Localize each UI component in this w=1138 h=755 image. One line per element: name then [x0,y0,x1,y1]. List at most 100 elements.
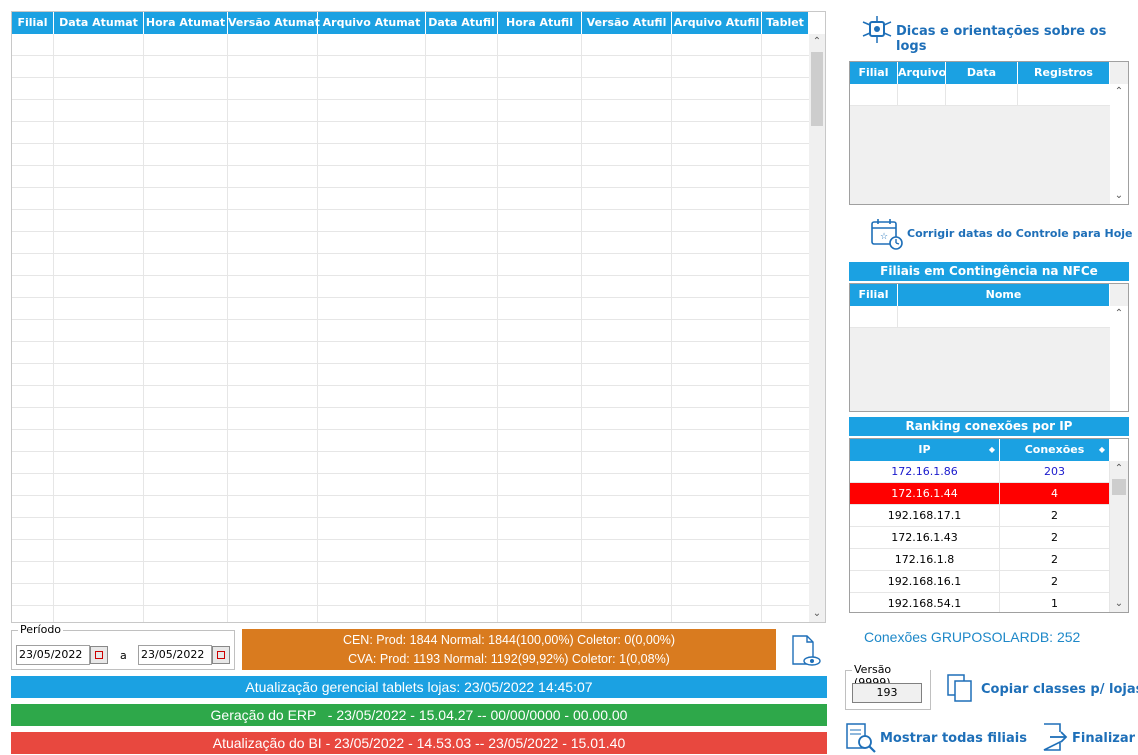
table-row[interactable] [12,452,809,474]
periodo-to-field[interactable]: 23/05/2022 [138,645,212,665]
column-header-filial[interactable]: Filial [850,284,898,306]
column-header-data-atumat[interactable]: Data Atumat [54,12,144,34]
column-header-arquivo[interactable]: Arquivo [898,62,946,84]
ranking-row[interactable]: 192.168.17.1 2 [850,505,1110,527]
table-row[interactable] [850,306,1110,328]
periodo-label: Período [18,623,64,636]
logs-grid[interactable]: Filial Arquivo Data Registros ⌃ ⌄ [849,61,1129,205]
table-row[interactable] [12,298,809,320]
ranking-row[interactable]: 172.16.1.86 203 [850,461,1110,483]
column-header-hora-atumat[interactable]: Hora Atumat [144,12,228,34]
table-row[interactable] [12,56,809,78]
conexoes-cell: 1 [1000,593,1110,612]
table-row[interactable] [12,166,809,188]
column-header-nome[interactable]: Nome [898,284,1110,306]
mostrar-todas-filiais-label[interactable]: Mostrar todas filiais [880,731,1027,746]
column-header-tablet[interactable]: Tablet [762,12,809,34]
scroll-up-arrow-icon[interactable]: ⌃ [1110,461,1128,477]
table-row[interactable] [12,496,809,518]
versao-field[interactable]: 193 [852,683,922,703]
table-row[interactable] [12,276,809,298]
table-row[interactable] [12,606,809,622]
table-row[interactable] [12,408,809,430]
ip-cell: 192.168.54.1 [850,593,1000,612]
column-header-filial[interactable]: Filial [12,12,54,34]
sort-icon: ◆ [1098,445,1105,454]
ranking-row[interactable]: 172.16.1.8 2 [850,549,1110,571]
corrigir-datas-label[interactable]: Corrigir datas do Controle para Hoje [907,227,1133,240]
column-header-data-atufil[interactable]: Data Atufil [426,12,498,34]
column-header-arquivo-atufil[interactable]: Arquivo Atufil [672,12,762,34]
table-row[interactable] [12,386,809,408]
column-header-versao-atufil[interactable]: Versão Atufil [582,12,672,34]
svg-text:☆: ☆ [880,232,888,242]
table-row[interactable] [12,232,809,254]
main-grid-scrollbar[interactable]: ⌃ ⌄ [809,34,825,622]
column-header-hora-atufil[interactable]: Hora Atufil [498,12,582,34]
corrigir-datas-link[interactable]: ☆ Corrigir datas do Controle para Hoje [870,217,1133,251]
scroll-thumb[interactable] [811,52,823,126]
calendar-clock-icon: ☆ [870,217,904,251]
contingencia-scrollbar[interactable]: ⌃ [1110,306,1128,411]
table-row[interactable] [12,342,809,364]
contingencia-title: Filiais em Contingência na NFCe [849,262,1129,281]
table-row[interactable] [12,320,809,342]
scroll-up-arrow-icon[interactable]: ⌃ [1110,84,1128,100]
table-row[interactable] [12,540,809,562]
calendar-icon[interactable] [212,646,230,664]
calendar-icon[interactable] [90,646,108,664]
table-row[interactable] [12,474,809,496]
periodo-from-field[interactable]: 23/05/2022 [16,645,90,665]
scroll-down-arrow-icon[interactable]: ⌄ [1110,188,1128,204]
contingencia-grid[interactable]: Filial Nome ⌃ [849,283,1129,412]
ranking-row[interactable]: 192.168.16.1 2 [850,571,1110,593]
scroll-down-arrow-icon[interactable]: ⌄ [809,606,825,622]
column-header-arquivo-atumat[interactable]: Arquivo Atumat [318,12,426,34]
ranking-grid[interactable]: IP ◆ Conexões ◆ 172.16.1.86 203 172.16.1.44 4… [849,438,1129,613]
finalizar-label[interactable]: Finalizar [1072,731,1135,746]
column-header-data[interactable]: Data [946,62,1018,84]
ranking-row[interactable]: 172.16.1.44 4 [850,483,1110,505]
column-header-conexoes[interactable]: Conexões ◆ [1000,439,1110,461]
ranking-row[interactable]: 172.16.1.43 2 [850,527,1110,549]
table-row[interactable] [12,122,809,144]
copiar-classes-label[interactable]: Copiar classes p/ lojas [981,682,1138,697]
ranking-scrollbar[interactable]: ⌃ ⌄ [1110,461,1128,612]
table-row[interactable] [12,144,809,166]
main-grid[interactable]: Filial Data Atumat Hora Atumat Versão At… [11,11,826,623]
logs-grid-scrollbar[interactable]: ⌃ ⌄ [1110,84,1128,204]
dicas-link[interactable]: Dicas e orientações sobre os logs [860,14,1130,54]
table-row[interactable] [12,584,809,606]
table-row[interactable] [12,430,809,452]
summary-line-2: CVA: Prod: 1193 Normal: 1192(99,92%) Col… [348,652,670,666]
conexoes-cell: 203 [1000,461,1110,483]
table-row[interactable] [12,100,809,122]
column-header-registros[interactable]: Registros [1018,62,1110,84]
scroll-up-arrow-icon[interactable]: ⌃ [1110,306,1128,322]
column-header-filial[interactable]: Filial [850,62,898,84]
table-row[interactable] [12,78,809,100]
view-document-icon[interactable] [790,634,822,668]
mostrar-todas-filiais-button[interactable]: Mostrar todas filiais [845,722,1027,754]
bi-status-bar: Atualização do BI - 23/05/2022 - 14.53.0… [11,732,827,754]
scroll-down-arrow-icon[interactable]: ⌄ [1110,596,1128,612]
table-row[interactable] [12,518,809,540]
ranking-rows: 172.16.1.86 203 172.16.1.44 4 192.168.17.1 2 1… [850,461,1110,612]
table-row[interactable] [12,364,809,386]
table-row[interactable] [850,84,1110,106]
ranking-row[interactable]: 192.168.54.1 1 [850,593,1110,612]
scroll-thumb[interactable] [1112,479,1126,495]
scroll-up-arrow-icon[interactable]: ⌃ [809,34,825,50]
exit-icon [1040,722,1068,752]
column-header-versao-atumat[interactable]: Versão Atumat [228,12,320,34]
table-row[interactable] [12,254,809,276]
table-row[interactable] [12,562,809,584]
table-row[interactable] [12,210,809,232]
copiar-classes-button[interactable]: Copiar classes p/ lojas [946,673,1138,705]
table-row[interactable] [12,34,809,56]
conexoes-cell: 2 [1000,571,1110,593]
column-header-ip[interactable]: IP ◆ [850,439,1000,461]
dicas-link-label[interactable]: Dicas e orientações sobre os logs [896,24,1130,54]
table-row[interactable] [12,188,809,210]
finalizar-button[interactable]: Finalizar [1040,722,1135,754]
